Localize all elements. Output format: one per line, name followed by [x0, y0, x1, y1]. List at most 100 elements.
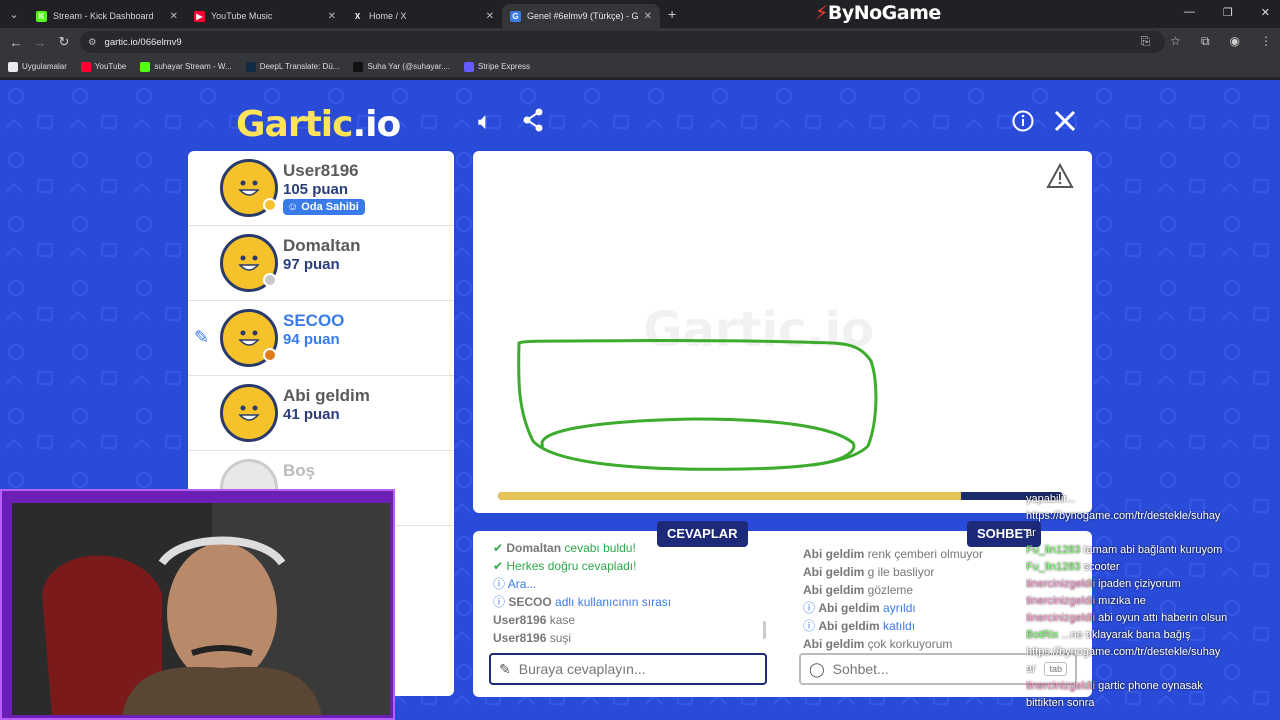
- avatar: [220, 309, 278, 367]
- status-dot: [263, 198, 277, 212]
- bookmark-item[interactable]: Suha Yar (@suhayar....: [353, 61, 450, 72]
- browser-tabbar: ⌄ K Stream - Kick Dashboard ✕ ▶ YouTube M…: [0, 0, 1280, 28]
- stream-chat-line: https://bynogame.com/tr/destekle/suhay: [1026, 646, 1221, 658]
- reload-icon[interactable]: ↻: [52, 34, 76, 50]
- browser-tab[interactable]: X Home / X ✕: [344, 4, 502, 28]
- player-score: 97 puan: [283, 256, 340, 273]
- stream-chat-line: https://bynogame.com/tr/destekle/suhay: [1026, 510, 1221, 522]
- stream-chat-line: tinercinizgeldii mızıka ne: [1026, 595, 1146, 607]
- player-name: Boş: [283, 461, 316, 480]
- log-message: User8196 kase: [493, 613, 576, 627]
- stream-chat-line: Fu_lin1283 tamam abi bağlantı kuruyom: [1026, 544, 1223, 556]
- forward-icon[interactable]: →: [28, 35, 52, 50]
- tab-close-icon[interactable]: ✕: [328, 11, 336, 22]
- bookmark-favicon-icon: [8, 61, 18, 72]
- drawing-pencil-icon: ✎: [194, 327, 210, 347]
- player-name: User8196: [283, 161, 359, 180]
- gartic-logo[interactable]: Gartic.io: [236, 104, 401, 145]
- player-score: 94 puan: [283, 331, 340, 348]
- stream-chat-line: ar: [1026, 663, 1036, 675]
- new-tab-button[interactable]: +: [668, 6, 676, 22]
- bookmark-favicon-icon: [464, 61, 474, 72]
- player-name: Domaltan: [283, 236, 361, 255]
- tab-title: YouTube Music: [211, 11, 273, 21]
- log-message: User8196 suşi: [493, 631, 572, 645]
- answers-scrollbar[interactable]: [763, 621, 766, 639]
- address-bar-row: ← → ↻ ⚙ gartic.io/066elmv9 ⎘ ☆ ⧉ ◉ ⋮: [0, 28, 1280, 56]
- stream-chat-line: tinercinizgeldii gartic phone oynasak: [1026, 680, 1203, 692]
- tab-search-button[interactable]: ⌄: [0, 0, 28, 28]
- minimize-icon[interactable]: —: [1184, 6, 1195, 19]
- url-input[interactable]: ⚙ gartic.io/066elmv9: [80, 31, 1165, 53]
- stream-chat-line: bittikten sonra: [1026, 697, 1095, 709]
- webcam-image: [12, 503, 390, 715]
- site-info-icon[interactable]: ⚙: [88, 37, 97, 48]
- player-row[interactable]: User8196 105 puan ☺ Oda Sahibi: [188, 151, 454, 226]
- share-icon[interactable]: [522, 108, 544, 139]
- tab-favicon-icon: G: [510, 10, 521, 22]
- room-owner-badge: ☺ Oda Sahibi: [283, 199, 365, 215]
- bookmark-item[interactable]: YouTube: [80, 61, 126, 72]
- tab-title: Genel #6elmv9 (Türkçe) - Gartic: [527, 11, 638, 21]
- answers-log: ✔ Domaltan cevabı buldu! ✔ Herkes doğru c…: [493, 539, 763, 647]
- drawing-canvas[interactable]: Gartic.io: [473, 151, 1092, 513]
- bookmark-item[interactable]: suhayar Stream - W...: [140, 61, 232, 72]
- status-dot: [263, 348, 277, 362]
- player-row[interactable]: ✎ SECOO 94 puan: [188, 301, 454, 376]
- bookmark-favicon-icon: [140, 61, 151, 72]
- extensions-icon[interactable]: ⧉: [1201, 34, 1210, 49]
- bookmark-star-icon[interactable]: ☆: [1170, 34, 1181, 49]
- tab-close-icon[interactable]: ✕: [644, 11, 652, 22]
- gartic-game: Gartic.io 🔈︎ User8196 105 puan ☺ Oda Sahi…: [0, 80, 1280, 720]
- canvas-watermark: Gartic.io: [643, 302, 874, 358]
- status-dot: [263, 273, 277, 287]
- stream-chat-line: tinercinizgeldii abi oyun attı haberin o…: [1026, 612, 1228, 624]
- player-score: 41 puan: [283, 406, 340, 423]
- browser-tab[interactable]: K Stream - Kick Dashboard ✕: [28, 4, 186, 28]
- bookmark-item[interactable]: Uygulamalar: [8, 61, 67, 72]
- url-text: gartic.io/066elmv9: [104, 36, 182, 48]
- bookmark-favicon-icon: [80, 61, 91, 72]
- avatar: [220, 159, 278, 217]
- drawing-strokes: Gartic.io: [517, 302, 878, 471]
- player-name: Abi geldim: [283, 386, 370, 405]
- tab-close-icon[interactable]: ✕: [170, 11, 178, 22]
- player-score: 105 puan: [283, 181, 349, 198]
- pencil-icon: ✎: [499, 660, 511, 677]
- menu-icon[interactable]: ⋮: [1260, 34, 1272, 49]
- sound-icon[interactable]: 🔈︎: [478, 108, 492, 136]
- profile-icon[interactable]: ◉: [1230, 34, 1240, 49]
- back-icon[interactable]: ←: [4, 35, 28, 50]
- stream-chat-overlay: yapabilir... https://bynogame.com/tr/dest…: [1026, 491, 1280, 712]
- tab-title: Home / X: [369, 11, 407, 21]
- player-row[interactable]: Domaltan 97 puan: [188, 226, 454, 301]
- maximize-icon[interactable]: ❐: [1223, 6, 1233, 19]
- log-message: ⓘ Ara...: [493, 577, 537, 591]
- bookmark-item[interactable]: Stripe Express: [464, 61, 530, 72]
- bookmark-favicon-icon: [353, 61, 364, 72]
- bookmarks-bar: Uygulamalar YouTube suhayar Stream - W... D…: [0, 56, 1280, 78]
- bookmark-item[interactable]: DeepL Translate: Dü...: [245, 61, 339, 72]
- close-icon[interactable]: [1054, 110, 1076, 139]
- avatar: [220, 384, 278, 442]
- tab-title: Stream - Kick Dashboard: [53, 11, 154, 21]
- tab-favicon-icon: X: [352, 10, 363, 22]
- streamer-webcam: [0, 489, 395, 720]
- stream-chat-line: yapabilir...: [1026, 493, 1076, 505]
- stream-chat-line: tinercinizgeldii ipaden çiziyorum: [1026, 578, 1181, 590]
- tab-favicon-icon: K: [36, 10, 47, 22]
- answer-input[interactable]: ✎ Buraya cevaplayın...: [489, 653, 767, 685]
- browser-tab[interactable]: G Genel #6elmv9 (Türkçe) - Gartic ✕: [502, 4, 660, 28]
- info-icon[interactable]: [1012, 110, 1034, 139]
- browser-tab[interactable]: ▶ YouTube Music ✕: [186, 4, 344, 28]
- bynogame-logo: ⚡ByNoGame: [815, 2, 941, 24]
- messages-panel: ✔ Domaltan cevabı buldu! ✔ Herkes doğru c…: [473, 531, 1092, 697]
- player-row[interactable]: Abi geldim 41 puan: [188, 376, 454, 451]
- tab-answers[interactable]: CEVAPLAR: [657, 521, 748, 547]
- cast-icon[interactable]: ⎘: [1141, 34, 1151, 49]
- stream-chat-line: ar: [1026, 527, 1036, 539]
- bookmark-favicon-icon: [245, 61, 256, 72]
- log-message: ✔ Herkes doğru cevapladı!: [493, 559, 637, 573]
- close-window-icon[interactable]: ✕: [1261, 6, 1270, 19]
- tab-close-icon[interactable]: ✕: [486, 11, 494, 22]
